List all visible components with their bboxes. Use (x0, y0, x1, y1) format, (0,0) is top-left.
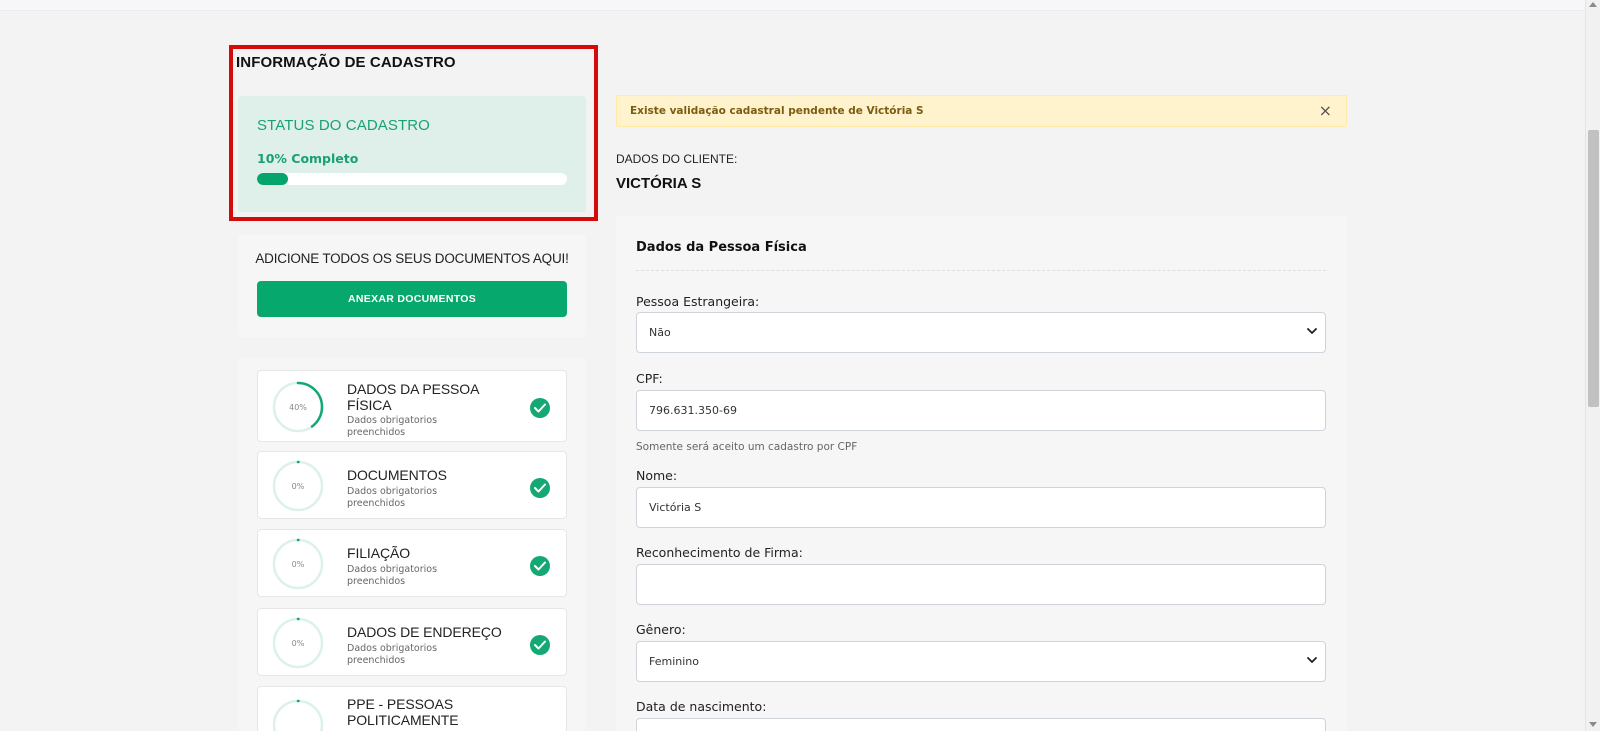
gender-select[interactable]: Feminino (636, 641, 1326, 682)
cpf-label: CPF: (636, 371, 663, 386)
check-icon (530, 556, 550, 576)
client-label: DADOS DO CLIENTE: (616, 152, 738, 166)
signature-recognition-label: Reconhecimento de Firma: (636, 545, 803, 560)
birth-date-input[interactable] (636, 718, 1326, 731)
chevron-down-icon (1307, 328, 1317, 334)
steps-panel: 40% DADOS DA PESSOA FÍSICA Dados obrigato… (238, 358, 586, 731)
name-label: Nome: (636, 468, 678, 483)
step-title: DADOS DA PESSOA FÍSICA (347, 381, 480, 413)
page-scrollbar[interactable] (1585, 0, 1600, 731)
person-form-card: Dados da Pessoa Física Pessoa Estrangeir… (616, 216, 1347, 731)
step-percent: 0% (291, 639, 305, 648)
step-percent: 0% (291, 482, 305, 491)
progress-fill (257, 173, 288, 185)
check-icon (530, 398, 550, 418)
name-input[interactable]: Victória S (636, 487, 1326, 528)
signature-recognition-input[interactable] (636, 564, 1326, 605)
cpf-input[interactable]: 796.631.350-69 (636, 390, 1326, 431)
cpf-help-text: Somente será aceito um cadastro por CPF (636, 441, 858, 453)
client-name: VICTÓRIA S (616, 175, 702, 192)
form-divider (636, 270, 1326, 271)
top-bar (0, 0, 1585, 11)
status-card: STATUS DO CADASTRO 10% Completo (238, 96, 586, 212)
step-title: DADOS DE ENDEREÇO (347, 624, 502, 640)
step-card-documents[interactable]: 0% DOCUMENTOS Dados obrigatorios preenchi… (257, 451, 567, 519)
status-title: STATUS DO CADASTRO (257, 117, 430, 134)
step-subtitle: Dados obrigatorios preenchidos (347, 415, 438, 438)
progress-bar (257, 173, 567, 185)
pending-validation-alert: Existe validação cadastral pendente de V… (616, 95, 1347, 127)
step-card-ppe[interactable]: PPE - PESSOAS POLITICAMENTE (257, 686, 567, 731)
step-title: FILIAÇÃO (347, 545, 410, 561)
step-subtitle: Dados obrigatorios preenchidos (347, 564, 438, 587)
step-percent: 0% (291, 560, 305, 569)
step-card-filiation[interactable]: 0% FILIAÇÃO Dados obrigatorios preenchido… (257, 529, 567, 597)
alert-message: Existe validação cadastral pendente de V… (630, 105, 924, 117)
progress-text: 10% Completo (257, 151, 359, 166)
foreign-person-select[interactable]: Não (636, 312, 1326, 353)
step-percent: 40% (289, 403, 307, 412)
documents-card: ADICIONE TODOS OS SEUS DOCUMENTOS AQUI! … (238, 235, 586, 337)
foreign-person-label: Pessoa Estrangeira: (636, 294, 760, 309)
chevron-down-icon (1307, 657, 1317, 663)
step-title: DOCUMENTOS (347, 467, 447, 483)
step-subtitle: Dados obrigatorios preenchidos (347, 643, 438, 666)
step-subtitle: Dados obrigatorios preenchidos (347, 486, 438, 509)
close-icon[interactable]: × (1319, 102, 1332, 120)
gender-label: Gênero: (636, 622, 686, 637)
step-card-address[interactable]: 0% DADOS DE ENDEREÇO Dados obrigatorios p… (257, 608, 567, 676)
check-icon (530, 635, 550, 655)
scrollbar-thumb[interactable] (1588, 130, 1599, 407)
check-icon (530, 478, 550, 498)
scroll-up-icon[interactable] (1589, 2, 1597, 7)
documents-prompt: ADICIONE TODOS OS SEUS DOCUMENTOS AQUI! (255, 251, 569, 266)
form-heading: Dados da Pessoa Física (636, 240, 807, 255)
step-title: PPE - PESSOAS POLITICAMENTE (347, 696, 459, 728)
step-card-personal-data[interactable]: 40% DADOS DA PESSOA FÍSICA Dados obrigato… (257, 370, 567, 442)
attach-documents-button[interactable]: ANEXAR DOCUMENTOS (257, 281, 567, 317)
scroll-down-icon[interactable] (1589, 722, 1597, 727)
birth-date-label: Data de nascimento: (636, 699, 767, 714)
progress-ring (272, 699, 324, 731)
